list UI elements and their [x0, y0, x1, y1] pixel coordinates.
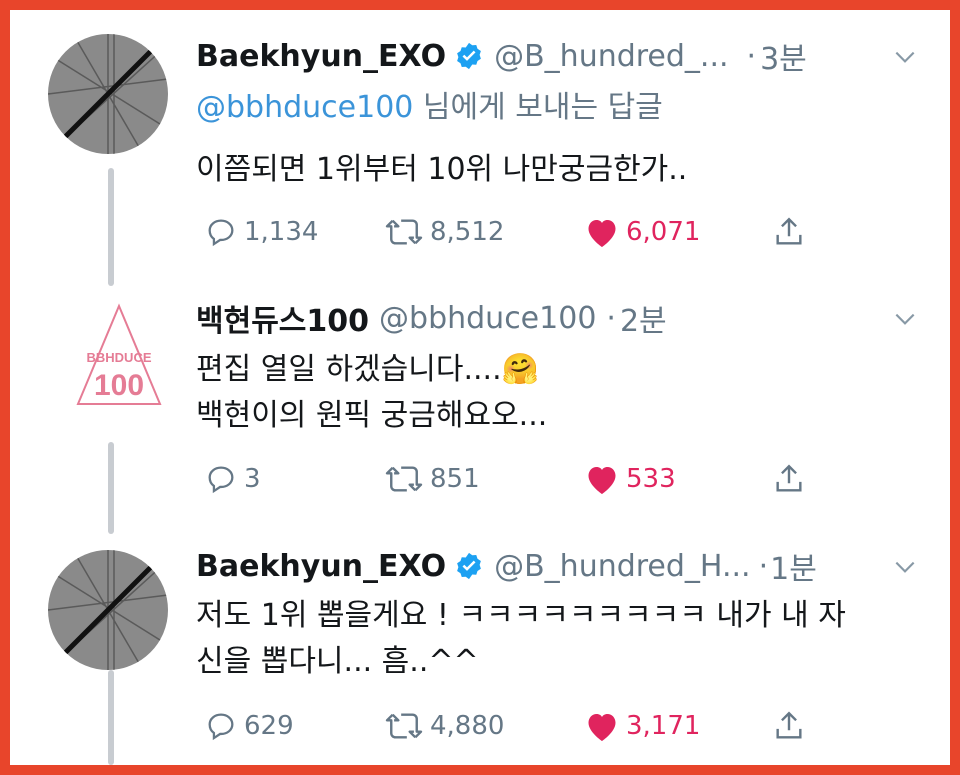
retweet-icon [385, 466, 423, 492]
retweet-count: 8,512 [430, 217, 505, 247]
chevron-down-icon[interactable] [892, 306, 918, 332]
heart-icon [588, 714, 616, 741]
tweet-text: 신을 뽑다니... 흠..^^ [196, 644, 479, 679]
avatar-image [48, 550, 168, 670]
user-handle[interactable]: @B_hundred_H... [494, 549, 750, 584]
reply-button[interactable]: 1,134 [204, 212, 318, 252]
display-name[interactable]: 백현듀스100 [196, 296, 369, 340]
separator-dot: · [758, 548, 769, 584]
retweet-icon [385, 713, 423, 739]
reply-icon [208, 466, 234, 494]
tweet-thread-frame: Baekhyun_EXO @B_hundred_... · 3분 @bbhduc… [10, 10, 950, 765]
reply-context: @bbhduce100 님에게 보내는 답글 [196, 86, 663, 130]
retweet-button[interactable]: 4,880 [384, 706, 504, 746]
share-icon [776, 217, 802, 245]
logo-text-top: BBHDUCE [87, 350, 152, 365]
tweet[interactable]: Baekhyun_EXO @B_hundred_H... · 1분 저도 1위 … [10, 530, 950, 765]
retweet-count: 851 [430, 464, 480, 494]
timestamp[interactable]: 2분 [620, 296, 667, 340]
reply-button[interactable]: 3 [204, 459, 261, 499]
logo-text-number: 100 [94, 369, 144, 402]
tweet-header: Baekhyun_EXO @B_hundred_... · 3분 [196, 34, 807, 78]
verified-badge-icon [454, 41, 484, 71]
tweet-text: 백현이의 원픽 궁금해요오... [196, 398, 548, 433]
avatar-image [48, 34, 168, 154]
timestamp[interactable]: 1분 [770, 544, 817, 588]
tweet-text: 저도 1위 뽑을게요 ! ㅋㅋㅋㅋㅋㅋㅋㅋㅋ 내가 내 자 [196, 598, 846, 633]
reply-count: 629 [244, 711, 294, 741]
retweet-button[interactable]: 8,512 [384, 212, 504, 252]
like-button[interactable]: 533 [584, 459, 676, 499]
user-handle[interactable]: @bbhduce100 [379, 301, 596, 336]
display-name[interactable]: Baekhyun_EXO [196, 549, 446, 584]
share-button[interactable] [772, 706, 812, 746]
tweet-actions: 1,134 8,512 6,071 [196, 212, 846, 252]
retweet-button[interactable]: 851 [384, 459, 480, 499]
reply-context-label: 님에게 보내는 답글 [413, 90, 663, 125]
bbhduce-logo[interactable]: BBHDUCE 100 [74, 300, 164, 410]
tweet-actions: 629 4,880 3,171 [196, 706, 846, 746]
user-handle[interactable]: @B_hundred_... [494, 39, 728, 74]
verified-badge-icon [454, 551, 484, 581]
tweet-header: 백현듀스100 @bbhduce100 · 2분 [196, 296, 667, 340]
separator-dot: · [606, 300, 616, 336]
retweet-icon [385, 219, 423, 245]
like-button[interactable]: 3,171 [584, 706, 700, 746]
tweet[interactable]: BBHDUCE 100 백현듀스100 @bbhduce100 · 2분 편집 … [10, 280, 950, 525]
display-name[interactable]: Baekhyun_EXO [196, 39, 446, 74]
like-count: 6,071 [626, 217, 701, 247]
tweet-text: 편집 열일 하겠습니다....🤗 [196, 352, 539, 387]
share-button[interactable] [772, 459, 812, 499]
like-button[interactable]: 6,071 [584, 212, 700, 252]
tweet-actions: 3 851 533 [196, 459, 846, 499]
avatar[interactable] [48, 34, 168, 154]
tweet[interactable]: Baekhyun_EXO @B_hundred_... · 3분 @bbhduc… [10, 10, 950, 270]
share-icon [776, 464, 802, 492]
reply-count: 1,134 [244, 217, 319, 247]
heart-icon [588, 220, 616, 247]
heart-icon [588, 467, 616, 494]
reply-icon [208, 219, 234, 247]
timestamp[interactable]: 3분 [760, 34, 807, 78]
chevron-down-icon[interactable] [892, 44, 918, 70]
reply-count: 3 [244, 464, 261, 494]
like-count: 533 [626, 464, 676, 494]
reply-mention-link[interactable]: @bbhduce100 [196, 90, 413, 125]
reply-icon [208, 713, 234, 741]
like-count: 3,171 [626, 711, 701, 741]
share-icon [776, 711, 802, 739]
avatar-image: BBHDUCE 100 [76, 303, 162, 405]
tweet-text: 이쯤되면 1위부터 10위 나만궁금한가.. [196, 152, 688, 187]
share-button[interactable] [772, 212, 812, 252]
retweet-count: 4,880 [430, 711, 505, 741]
separator-dot: · [746, 38, 757, 74]
avatar[interactable] [48, 550, 168, 670]
tweet-header: Baekhyun_EXO @B_hundred_H... · 1분 [196, 544, 817, 588]
chevron-down-icon[interactable] [892, 554, 918, 580]
reply-button[interactable]: 629 [204, 706, 294, 746]
